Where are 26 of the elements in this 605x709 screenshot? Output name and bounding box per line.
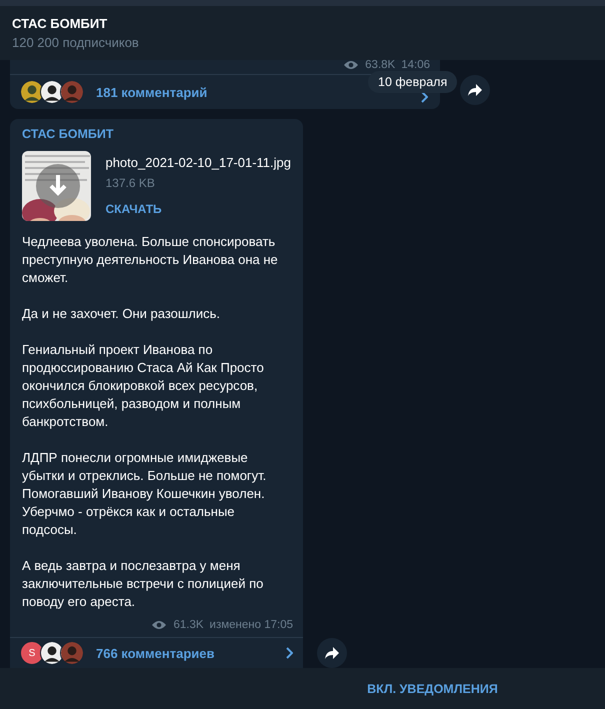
message-paragraph: А ведь завтра и послезавтра у меня заключительные встречи с полицией по поводу его ареста. <box>21 557 264 611</box>
forward-button[interactable] <box>317 638 347 668</box>
download-link[interactable]: СКАЧАТЬ <box>105 202 291 216</box>
comments-link[interactable]: 181 комментарий <box>20 75 208 109</box>
message-paragraph: Да и не захочет. Они разошлись. <box>21 305 222 323</box>
share-arrow-icon <box>324 646 340 660</box>
eye-icon <box>151 620 168 630</box>
message-paragraph: ЛДПР понесли огромные имиджевые убытки и отреклись. Больше не помогут. Помогавший Иванову Кошечкин уволен. Уберчмо - отрёкся как и остальные подсосы. <box>21 449 268 539</box>
author-name: СТАС БОМБИТ <box>21 127 115 141</box>
avatar: S <box>20 641 44 665</box>
file-size: 137.6 KB <box>105 176 156 190</box>
message-paragraph: Чедлеева уволена. Больше спонсировать преступную деятельность Иванова она не сможет. <box>21 233 279 287</box>
download-icon[interactable] <box>36 164 80 208</box>
message-time: 14:06 <box>401 60 430 71</box>
forward-button[interactable] <box>460 75 490 105</box>
message-time: изменено 17:05 <box>210 619 293 631</box>
chevron-icon <box>420 91 428 103</box>
channel-title: СТАС БОМБИТ <box>12 16 108 31</box>
file-name: photo_2021-02-10_17-01-11.jpg <box>105 155 291 170</box>
subscriber-count: 120 200 подписчиков <box>12 35 140 50</box>
message-paragraph: Гениальный проект Иванова по продюссированию Стаса Ай Как Просто окончился блокировкой всех ресурсов, психбольницей, разводом и полным банкротством. <box>21 341 265 431</box>
view-count: 61.3K <box>173 619 204 631</box>
view-count: 63.8K <box>365 60 396 71</box>
chevron-icon <box>285 647 293 659</box>
share-arrow-icon <box>467 83 483 97</box>
date-pill: 10 февраля <box>368 71 458 93</box>
